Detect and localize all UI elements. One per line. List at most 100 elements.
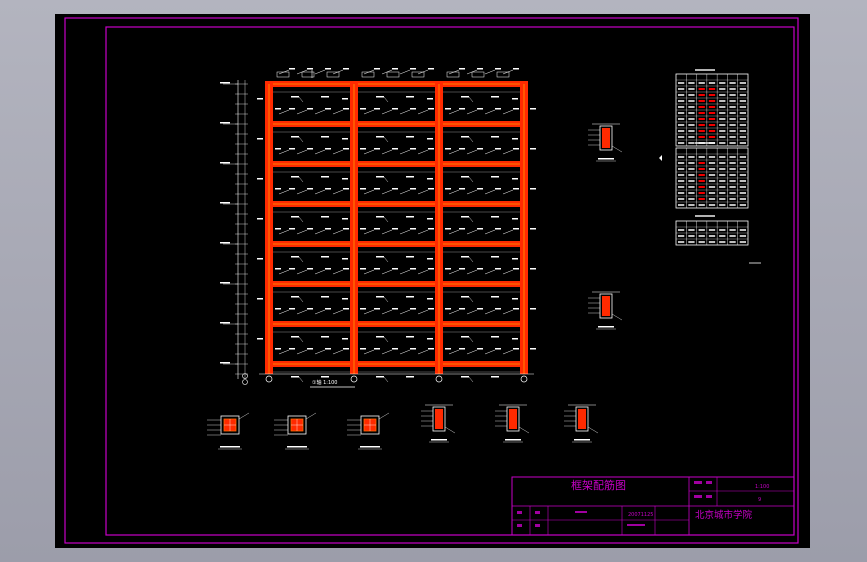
annotation-mark bbox=[406, 136, 414, 138]
section-core bbox=[435, 409, 443, 429]
table-cell bbox=[708, 136, 716, 138]
leader-line bbox=[332, 189, 344, 195]
leader-line bbox=[417, 349, 429, 355]
annotation-mark bbox=[307, 108, 313, 110]
table-cell bbox=[739, 174, 746, 176]
tie-label bbox=[427, 338, 433, 340]
annotation-mark bbox=[406, 336, 414, 338]
annotation-mark bbox=[392, 148, 398, 150]
leader-line bbox=[502, 269, 514, 275]
table-cell bbox=[739, 198, 746, 200]
leader-line bbox=[332, 349, 344, 355]
annotation-mark bbox=[461, 216, 469, 218]
dim-leader bbox=[378, 412, 390, 420]
tie-label bbox=[512, 298, 518, 300]
leader-line bbox=[399, 189, 411, 195]
table-cell bbox=[698, 204, 705, 206]
cad-viewport[interactable]: ①轴 1:100 框架配筋图 1:100 9 20071125 北京城市学院 bbox=[0, 0, 867, 562]
section-core bbox=[602, 128, 610, 148]
annotation-mark bbox=[410, 188, 416, 190]
table-cell bbox=[729, 235, 736, 237]
annotation-mark bbox=[289, 148, 295, 150]
annotation-mark bbox=[406, 216, 414, 218]
table-cell bbox=[719, 174, 726, 176]
annotation-mark bbox=[406, 96, 414, 98]
table-cell bbox=[739, 100, 746, 102]
leader-line bbox=[381, 229, 393, 235]
table-cell bbox=[698, 124, 705, 126]
annotation-mark bbox=[428, 268, 434, 270]
annotation-mark bbox=[392, 228, 398, 230]
table-cell bbox=[678, 235, 685, 237]
annotation-mark bbox=[374, 68, 380, 70]
tie-label bbox=[445, 148, 451, 150]
table-cell bbox=[688, 100, 695, 102]
table-cell bbox=[729, 124, 736, 126]
table-cell bbox=[729, 241, 736, 243]
column-section-1 bbox=[207, 412, 250, 450]
annotation-mark bbox=[495, 188, 501, 190]
tie-label bbox=[360, 348, 366, 350]
table-cell bbox=[708, 168, 716, 170]
section-core bbox=[509, 409, 517, 429]
annotation-mark bbox=[513, 148, 519, 150]
section-label bbox=[360, 446, 380, 448]
leader-line bbox=[298, 296, 304, 303]
annotation-mark bbox=[461, 336, 469, 338]
leader-line bbox=[466, 189, 478, 195]
tie-label bbox=[427, 218, 433, 220]
table-cell bbox=[678, 130, 685, 132]
table-cell bbox=[708, 100, 716, 102]
tie-label bbox=[512, 338, 518, 340]
annotation-mark bbox=[376, 336, 384, 338]
annotation-mark bbox=[495, 228, 501, 230]
tie-label bbox=[427, 258, 433, 260]
table-cell bbox=[688, 136, 695, 138]
table-cell bbox=[729, 106, 736, 108]
axis-bubble bbox=[350, 375, 358, 383]
leader-line bbox=[468, 136, 474, 143]
table-cell bbox=[708, 180, 716, 182]
annotation-mark bbox=[321, 216, 329, 218]
annotation-mark bbox=[325, 148, 331, 150]
annotation-mark bbox=[459, 348, 465, 350]
sheet-number: 9 bbox=[758, 497, 761, 503]
leader-line bbox=[466, 229, 478, 235]
leader-line bbox=[383, 216, 389, 223]
table-caption bbox=[695, 142, 715, 144]
table-cell bbox=[698, 198, 705, 200]
leader-line bbox=[399, 149, 411, 155]
table-cell bbox=[739, 106, 746, 108]
leader-line bbox=[332, 309, 344, 315]
annotation-mark bbox=[307, 68, 313, 70]
table-cell bbox=[678, 180, 685, 182]
leader-line bbox=[332, 109, 344, 115]
annotation-mark bbox=[291, 376, 299, 378]
annotation-mark bbox=[459, 68, 465, 70]
elevation-label bbox=[220, 82, 230, 84]
table-cell bbox=[698, 100, 705, 102]
annotation-mark bbox=[428, 228, 434, 230]
tie-label bbox=[445, 268, 451, 270]
leader-line bbox=[484, 149, 496, 155]
tie-label bbox=[530, 108, 536, 110]
table-cell bbox=[698, 118, 705, 120]
annotation-mark bbox=[374, 308, 380, 310]
table-cell bbox=[719, 241, 726, 243]
table-cell bbox=[678, 100, 685, 102]
table-cell bbox=[698, 174, 705, 176]
table-cell bbox=[678, 136, 685, 138]
leader-line bbox=[332, 149, 344, 155]
annotation-mark bbox=[477, 268, 483, 270]
annotation-mark bbox=[495, 108, 501, 110]
beam-section-middle bbox=[588, 291, 623, 330]
drawing-title: 框架配筋图 bbox=[571, 478, 626, 492]
annotation-mark bbox=[291, 96, 299, 98]
table-cell bbox=[698, 180, 705, 182]
table-cell bbox=[678, 162, 685, 164]
annotation-mark bbox=[410, 228, 416, 230]
leader-line bbox=[448, 309, 460, 315]
table-cell bbox=[739, 82, 746, 84]
elevation-label bbox=[220, 122, 230, 124]
tie-label bbox=[342, 258, 348, 260]
